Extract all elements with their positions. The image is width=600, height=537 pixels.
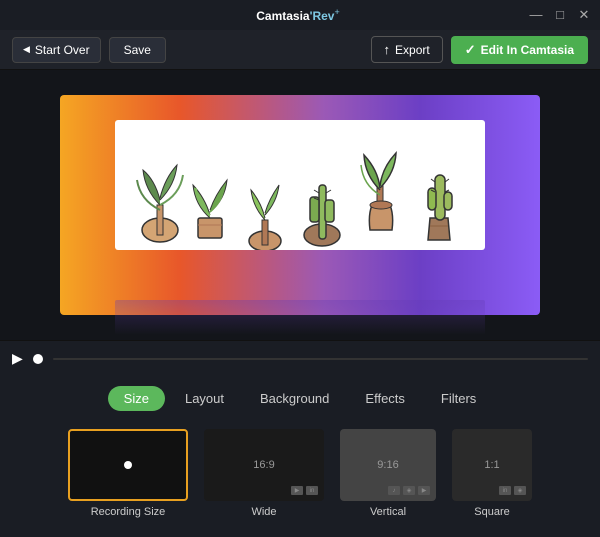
wide-platform-icons: ▶ in xyxy=(291,486,318,495)
tab-filters[interactable]: Filters xyxy=(425,386,492,411)
size-thumb-recording xyxy=(68,429,188,501)
timeline-track[interactable] xyxy=(53,358,588,360)
toolbar-right: Export Edit In Camtasia xyxy=(371,36,588,64)
preview-canvas xyxy=(60,95,540,315)
preview-area xyxy=(0,70,600,340)
tiktok-icon: ♪ xyxy=(388,486,400,495)
linkedin-sq-icon: in xyxy=(499,486,511,495)
size-card-vertical[interactable]: 9:16 ♪ ◈ ▶ Vertical xyxy=(340,429,436,518)
toolbar: Start Over Save Export Edit In Camtasia xyxy=(0,30,600,70)
start-over-button[interactable]: Start Over xyxy=(12,37,101,63)
window-controls: — □ ✕ xyxy=(528,7,592,23)
size-label-recording: Recording Size xyxy=(91,506,166,518)
tab-effects[interactable]: Effects xyxy=(349,386,421,411)
size-thumb-square: 1:1 in ◈ xyxy=(452,429,532,501)
size-card-wide[interactable]: 16:9 ▶ in Wide xyxy=(204,429,324,518)
size-label-square: Square xyxy=(474,506,509,518)
playhead[interactable] xyxy=(33,354,43,364)
linkedin-icon: in xyxy=(306,486,318,495)
instagram-sq-icon: ◈ xyxy=(514,486,526,495)
square-ratio: 1:1 xyxy=(484,459,499,471)
size-card-square[interactable]: 1:1 in ◈ Square xyxy=(452,429,532,518)
size-label-vertical: Vertical xyxy=(370,506,406,518)
titlebar: Camtasia'Rev+ — □ ✕ xyxy=(0,0,600,30)
size-thumb-wide: 16:9 ▶ in xyxy=(204,429,324,501)
minimize-icon[interactable]: — xyxy=(528,7,544,23)
maximize-icon[interactable]: □ xyxy=(552,7,568,23)
vertical-platform-icons: ♪ ◈ ▶ xyxy=(388,486,430,495)
wide-ratio: 16:9 xyxy=(253,459,274,471)
toolbar-left: Start Over Save xyxy=(12,37,166,63)
tab-size[interactable]: Size xyxy=(108,386,165,411)
youtube-icon: ▶ xyxy=(291,486,303,495)
square-platform-icons: in ◈ xyxy=(499,486,526,495)
app-title: Camtasia'Rev+ xyxy=(68,7,528,23)
reflection xyxy=(115,300,485,335)
playback-bar: ▶ xyxy=(0,340,600,376)
size-options: Recording Size 16:9 ▶ in Wide 9:16 ♪ ◈ ▶… xyxy=(0,419,600,532)
edit-in-camtasia-button[interactable]: Edit In Camtasia xyxy=(451,36,588,64)
tab-bar: Size Layout Background Effects Filters xyxy=(0,376,600,419)
instagram-icon: ◈ xyxy=(403,486,415,495)
tab-layout[interactable]: Layout xyxy=(169,386,240,411)
export-button[interactable]: Export xyxy=(371,36,443,63)
play-button[interactable]: ▶ xyxy=(12,350,23,367)
youtube-shorts-icon: ▶ xyxy=(418,486,430,495)
vertical-ratio: 9:16 xyxy=(377,459,398,471)
close-icon[interactable]: ✕ xyxy=(576,7,592,23)
plant-illustration xyxy=(115,120,485,250)
content-card xyxy=(115,120,485,250)
recording-dot xyxy=(124,461,132,469)
size-thumb-vertical: 9:16 ♪ ◈ ▶ xyxy=(340,429,436,501)
tab-background[interactable]: Background xyxy=(244,386,345,411)
size-card-recording[interactable]: Recording Size xyxy=(68,429,188,518)
save-button[interactable]: Save xyxy=(109,37,166,63)
size-label-wide: Wide xyxy=(251,506,276,518)
